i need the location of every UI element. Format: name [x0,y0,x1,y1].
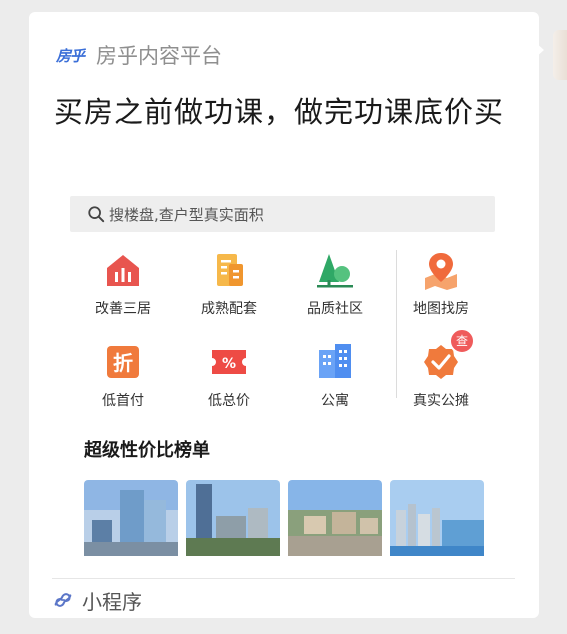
category-label: 改善三居 [95,301,151,317]
tree-icon [315,250,355,290]
mini-program-label: 小程序 [82,589,142,614]
mini-program-footer: 小程序 [52,586,142,614]
category-apartment[interactable]: 公寓 [285,342,385,422]
bubble-tail [535,42,544,58]
apartment-icon [315,342,355,382]
footer-divider [52,578,515,579]
category-label: 低总价 [208,393,250,409]
category-improve-3br[interactable]: 改善三居 [73,250,173,330]
check-badge: 查 [449,328,475,354]
category-real-shared-area[interactable]: 查 真实公摊 [391,328,491,422]
city-photo-1[interactable] [84,480,178,556]
city-photo-3[interactable] [288,480,382,556]
category-label: 品质社区 [307,301,363,317]
search-icon [88,206,105,223]
brand-name: 房乎内容平台 [96,44,223,68]
category-label: 公寓 [321,393,349,409]
house-icon [103,250,143,290]
adjacent-avatar-edge [553,30,567,80]
brand-logo: 房乎 [56,46,85,65]
mini-program-icon [54,593,72,607]
category-quality-community[interactable]: 品质社区 [285,250,385,330]
headline: 买房之前做功课，做完功课底价买 [54,95,505,129]
category-low-total-price[interactable]: % 低总价 [179,342,279,422]
category-label: 真实公摊 [413,393,469,409]
category-mature-facilities[interactable]: 成熟配套 [179,250,279,330]
percent-ticket-icon: % [209,342,249,382]
building-doc-icon [209,250,249,290]
svg-text:%: % [222,356,236,372]
city-photo-4[interactable] [390,480,484,556]
verified-badge-icon: 查 [421,328,475,382]
search-bar[interactable]: 搜楼盘,查户型真实面积 [70,196,495,232]
category-low-down-payment[interactable]: 折 低首付 [73,342,173,422]
city-photo-2[interactable] [186,480,280,556]
category-label: 成熟配套 [201,301,257,317]
svg-text:折: 折 [113,351,133,375]
discount-tag-icon: 折 [103,342,143,382]
category-map-search[interactable]: 地图找房 [391,250,491,330]
ranking-title: 超级性价比榜单 [84,440,210,461]
map-pin-icon [421,250,461,290]
search-placeholder: 搜楼盘,查户型真实面积 [109,205,264,224]
preview-card[interactable]: 搜楼盘,查户型真实面积 改善三居 成熟配套 品质社区 地图找房 折 低首付 % … [56,176,515,556]
brand-header: 房乎 房乎内容平台 [56,41,222,69]
category-label: 低首付 [102,393,144,409]
category-label: 地图找房 [413,301,469,317]
